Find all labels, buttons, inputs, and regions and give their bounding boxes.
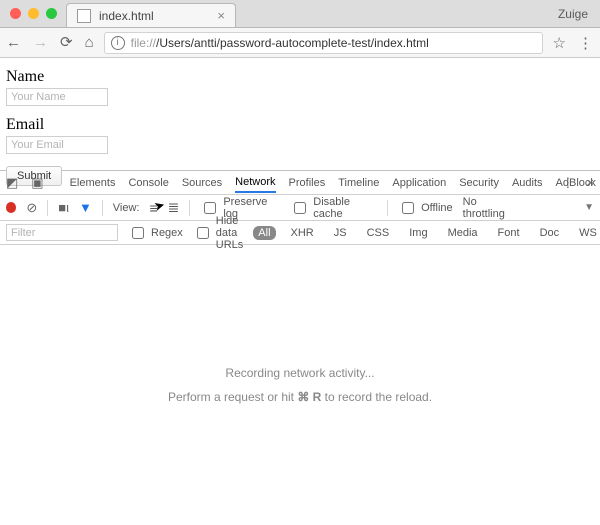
disable-cache-checkbox[interactable]: Disable cache <box>290 196 377 220</box>
filter-type-img[interactable]: Img <box>404 226 432 240</box>
tab-title: index.html <box>99 9 154 23</box>
network-filter-bar: Regex Hide data URLs All XHR JS CSS Img … <box>0 221 600 245</box>
devtools-panel: ◩ ▣ Elements Console Sources Network Pro… <box>0 170 600 525</box>
browser-tab[interactable]: index.html × <box>66 3 236 27</box>
tab-audits[interactable]: Audits <box>512 177 543 189</box>
clear-button[interactable]: ⊘ <box>26 200 37 216</box>
name-label: Name <box>6 68 594 86</box>
filter-type-all[interactable]: All <box>253 226 275 240</box>
tab-elements[interactable]: Elements <box>70 177 116 189</box>
tab-application[interactable]: Application <box>392 177 446 189</box>
filter-type-js[interactable]: JS <box>329 226 352 240</box>
window-tab-strip: index.html × Zuige <box>0 0 600 28</box>
window-controls <box>10 8 57 19</box>
inspect-element-icon[interactable]: ◩ <box>6 175 18 191</box>
view-large-icon[interactable]: ≣ <box>168 199 180 216</box>
filter-type-ws[interactable]: WS <box>574 226 600 240</box>
tab-console[interactable]: Console <box>128 177 168 189</box>
recording-message: Recording network activity... <box>225 366 374 380</box>
profile-button[interactable]: Zuige <box>558 7 588 21</box>
email-input[interactable] <box>6 136 108 154</box>
devtools-close-icon[interactable]: × <box>586 175 594 190</box>
bookmark-star-icon[interactable]: ☆ <box>553 34 566 52</box>
devtools-tablist: ◩ ▣ Elements Console Sources Network Pro… <box>0 171 600 195</box>
screenshots-icon[interactable]: ■ι <box>58 200 69 215</box>
chevron-down-icon: ▼ <box>584 202 594 213</box>
view-label: View: <box>113 202 140 214</box>
filter-type-css[interactable]: CSS <box>362 226 395 240</box>
throttling-dropdown[interactable]: No throttling ▼ <box>463 196 594 220</box>
offline-checkbox[interactable]: Offline <box>398 199 453 217</box>
tab-network[interactable]: Network <box>235 176 275 193</box>
back-button[interactable]: ← <box>6 35 21 50</box>
close-window-button[interactable] <box>10 8 21 19</box>
filter-type-font[interactable]: Font <box>493 226 525 240</box>
tab-sources[interactable]: Sources <box>182 177 222 189</box>
device-toggle-icon[interactable]: ▣ <box>31 175 43 191</box>
site-info-icon[interactable]: i <box>111 36 125 50</box>
maximize-window-button[interactable] <box>46 8 57 19</box>
filter-type-xhr[interactable]: XHR <box>286 226 319 240</box>
tab-timeline[interactable]: Timeline <box>338 177 379 189</box>
reload-button[interactable]: ⟳ <box>60 35 73 50</box>
nav-buttons: ← → ⟳ ⌂ <box>6 35 94 50</box>
record-button[interactable] <box>6 202 16 213</box>
filter-type-media[interactable]: Media <box>443 226 483 240</box>
toolbar-right: ☆ ⋮ <box>553 34 594 52</box>
minimize-window-button[interactable] <box>28 8 39 19</box>
network-toolbar: ⊘ ■ι ▼ View: ≡ ≣ Preserve log Disable ca… <box>0 195 600 221</box>
tab-profiles[interactable]: Profiles <box>289 177 326 189</box>
url-text: file:///Users/antti/password-autocomplet… <box>131 36 429 50</box>
network-empty-state: Recording network activity... Perform a … <box>0 245 600 525</box>
address-toolbar: ← → ⟳ ⌂ i file:///Users/antti/password-a… <box>0 28 600 58</box>
email-label: Email <box>6 116 594 134</box>
hide-data-urls-checkbox[interactable]: Hide data URLs <box>193 215 244 251</box>
browser-menu-icon[interactable]: ⋮ <box>578 34 592 52</box>
hint-message: Perform a request or hit ⌘ R to record t… <box>168 390 432 404</box>
devtools-menu-icon[interactable]: ⋮ <box>561 175 574 191</box>
type-filters: All XHR JS CSS Img Media Font Doc WS Man… <box>253 226 600 240</box>
forward-button[interactable]: → <box>33 35 48 50</box>
page-content: Name Email Submit ➤ <box>0 58 600 170</box>
filter-toggle-icon[interactable]: ▼ <box>79 200 92 215</box>
regex-checkbox[interactable]: Regex <box>128 224 183 242</box>
tab-close-icon[interactable]: × <box>217 9 225 22</box>
tab-security[interactable]: Security <box>459 177 499 189</box>
filter-type-doc[interactable]: Doc <box>535 226 565 240</box>
omnibox[interactable]: i file:///Users/antti/password-autocompl… <box>104 32 543 54</box>
name-input[interactable] <box>6 88 108 106</box>
home-button[interactable]: ⌂ <box>85 35 94 50</box>
filter-input[interactable] <box>6 224 118 241</box>
favicon-icon <box>77 9 91 23</box>
